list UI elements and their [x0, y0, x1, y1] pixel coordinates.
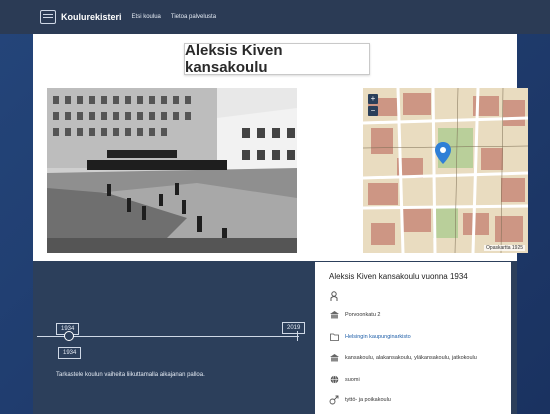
info-row-language: suomi [329, 375, 360, 384]
archive-link[interactable]: Helsingin kaupunginarkisto [345, 334, 411, 340]
info-row-gender: tyttö- ja poikakoulu [329, 395, 391, 405]
location-map[interactable]: + − Opaskartta 1925 [363, 88, 528, 253]
brand-link[interactable]: Koulurekisteri [61, 12, 122, 22]
info-title: Aleksis Kiven kansakoulu vuonna 1934 [329, 272, 468, 281]
school-info-panel: Aleksis Kiven kansakoulu vuonna 1934 Por… [315, 262, 511, 414]
info-row-person [329, 291, 345, 301]
info-row-archive: Helsingin kaupunginarkisto [329, 333, 411, 341]
timeline-hint: Tarkastele koulun vaiheita liikuttamalla… [56, 372, 205, 378]
info-row-address: Porvoonkatu 2 [329, 311, 380, 319]
page-title-box: Aleksis Kiven kansakoulu [184, 42, 370, 76]
school-logo-icon[interactable] [40, 10, 56, 24]
timeline-handle[interactable] [64, 331, 74, 341]
info-school-type: kansakoulu, alakansakoulu, yläkansakoulu… [345, 355, 477, 361]
folder-icon [329, 333, 339, 341]
main-content: Aleksis Kiven kansakoulu + − Opaskartta … [33, 34, 528, 261]
language-icon [329, 375, 339, 384]
map-credit: Opaskartta 1925 [484, 245, 525, 251]
timeline-end-year: 2019 [282, 322, 306, 334]
info-language: suomi [345, 376, 360, 383]
school-photo [47, 88, 297, 253]
info-address: Porvoonkatu 2 [345, 312, 381, 318]
top-navbar: Koulurekisteri Etsi koulua Tietoa palvel… [0, 0, 550, 34]
person-icon [329, 291, 339, 301]
info-gender: tyttö- ja poikakoulu [345, 397, 391, 403]
info-row-school-type: kansakoulu, alakansakoulu, yläkansakoulu… [329, 354, 477, 362]
page-title: Aleksis Kiven kansakoulu [185, 42, 283, 76]
timeline-end-tick [297, 331, 298, 341]
zoom-in-button[interactable]: + [368, 94, 378, 104]
timeline-selected-year: 1934 [58, 347, 82, 359]
building-icon [329, 311, 339, 319]
school-type-icon [329, 354, 339, 362]
gender-icon [329, 395, 339, 405]
timeline-track[interactable] [37, 336, 299, 337]
zoom-out-button[interactable]: − [368, 106, 378, 116]
nav-link-about[interactable]: Tietoa palvelusta [171, 14, 216, 20]
nav-link-search[interactable]: Etsi koulua [132, 14, 161, 20]
